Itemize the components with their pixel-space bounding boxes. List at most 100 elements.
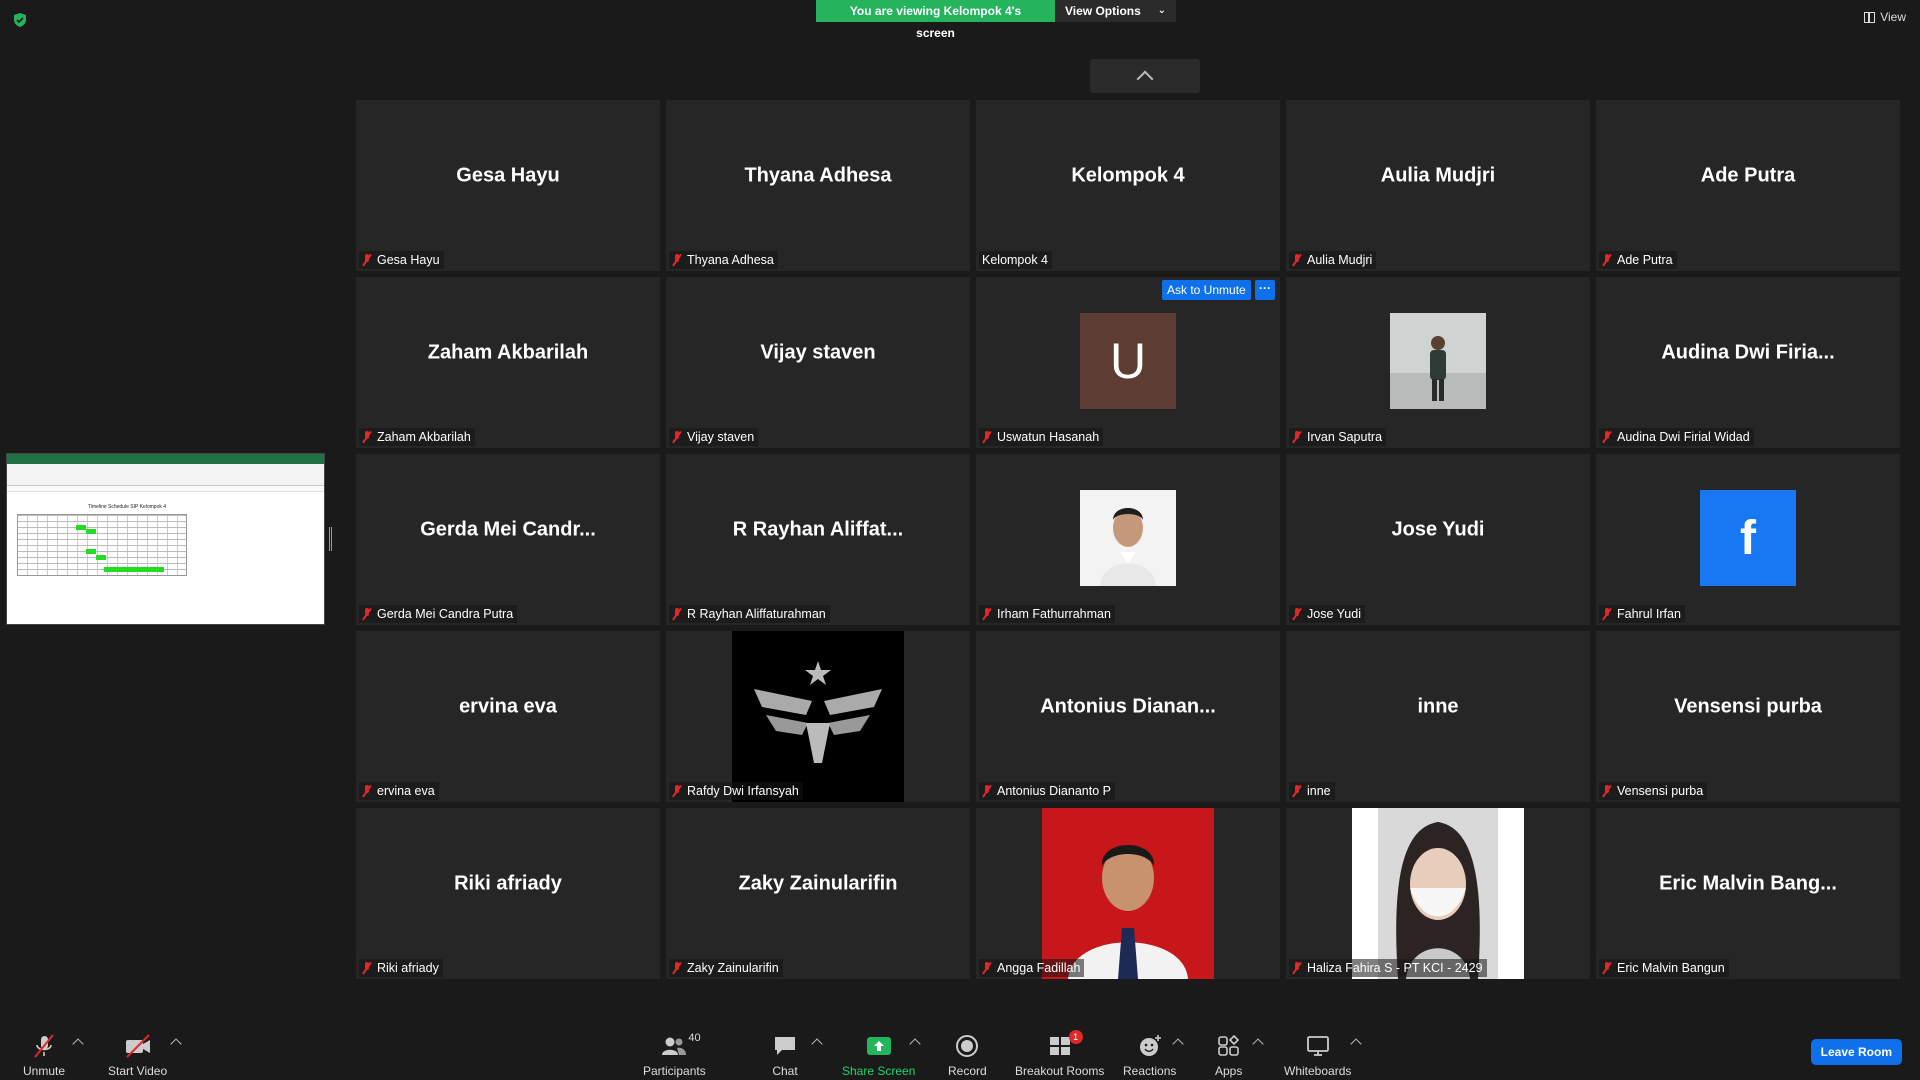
participant-photo bbox=[1042, 808, 1214, 979]
start-video-button[interactable]: Start Video bbox=[108, 1032, 167, 1078]
participant-name: Vijay staven bbox=[687, 430, 755, 444]
microphone-muted-icon bbox=[1292, 785, 1302, 797]
participant-name-label: Antonius Diananto P bbox=[979, 782, 1115, 800]
participant-tile[interactable]: Eric Malvin Bang... Eric Malvin Bangun bbox=[1596, 808, 1900, 979]
participant-tile[interactable]: Antonius Dianan... Antonius Diananto P bbox=[976, 631, 1280, 802]
apps-button[interactable]: Apps bbox=[1215, 1032, 1242, 1078]
microphone-muted-icon bbox=[982, 962, 992, 974]
participant-tile[interactable]: Vijay staven Vijay staven bbox=[666, 277, 970, 448]
participant-tile[interactable]: Audina Dwi Firia... Audina Dwi Firial Wid… bbox=[1596, 277, 1900, 448]
microphone-muted-icon bbox=[362, 254, 372, 266]
participant-name-label: Angga Fadillah bbox=[979, 959, 1085, 977]
participant-name-label: Riki afriady bbox=[359, 959, 443, 977]
shared-screen-thumbnail[interactable]: Timeline Schedule SIP Kelompok 4 bbox=[6, 453, 325, 625]
participant-name-label: inne bbox=[1289, 782, 1335, 800]
breakout-rooms-badge: 1 bbox=[1068, 1030, 1083, 1044]
leave-room-button[interactable]: Leave Room bbox=[1810, 1039, 1902, 1065]
whiteboards-label: Whiteboards bbox=[1284, 1064, 1352, 1078]
excel-formula-bar bbox=[7, 486, 324, 492]
participant-tile[interactable]: Zaham Akbarilah Zaham Akbarilah bbox=[356, 277, 660, 448]
record-button[interactable]: Record bbox=[948, 1032, 987, 1078]
participants-button[interactable]: 40 Participants bbox=[643, 1032, 706, 1078]
participant-tile[interactable]: Gesa Hayu Gesa Hayu bbox=[356, 100, 660, 271]
participant-tile[interactable]: inne inne bbox=[1286, 631, 1590, 802]
microphone-muted-icon bbox=[1602, 785, 1612, 797]
participant-name-label: Gesa Hayu bbox=[359, 251, 444, 269]
participant-name-label: Vensensi purba bbox=[1599, 782, 1708, 800]
participant-name-label: Ade Putra bbox=[1599, 251, 1677, 269]
participant-name: Zaham Akbarilah bbox=[377, 430, 471, 444]
participant-name-label: Vijay staven bbox=[669, 428, 759, 446]
microphone-muted-icon bbox=[1602, 608, 1612, 620]
microphone-muted-icon bbox=[982, 608, 992, 620]
participant-tile[interactable]: Zaky Zainularifin Zaky Zainularifin bbox=[666, 808, 970, 979]
whiteboards-options-caret-icon[interactable] bbox=[1350, 1038, 1362, 1050]
gantt-bar bbox=[86, 529, 96, 534]
view-button[interactable]: View bbox=[1864, 10, 1906, 24]
participant-name: Eric Malvin Bangun bbox=[1617, 961, 1725, 975]
participant-name: Rafdy Dwi Irfansyah bbox=[687, 784, 799, 798]
video-off-icon bbox=[125, 1034, 150, 1058]
participant-tile[interactable]: Aulia Mudjri Aulia Mudjri bbox=[1286, 100, 1590, 271]
audio-options-caret-icon[interactable] bbox=[72, 1038, 84, 1050]
chat-options-caret-icon[interactable] bbox=[811, 1038, 823, 1050]
participant-tile[interactable]: Rafdy Dwi Irfansyah bbox=[666, 631, 970, 802]
participant-tile[interactable]: Ade Putra Ade Putra bbox=[1596, 100, 1900, 271]
apps-icon bbox=[1217, 1034, 1239, 1056]
participant-name: ervina eva bbox=[377, 784, 435, 798]
apps-label: Apps bbox=[1215, 1064, 1243, 1078]
microphone-muted-icon bbox=[672, 608, 682, 620]
microphone-muted-icon bbox=[672, 785, 682, 797]
more-options-button[interactable]: ··· bbox=[1255, 280, 1275, 300]
participant-display-name: Thyana Adhesa bbox=[744, 164, 892, 186]
participant-tile[interactable]: U Uswatun Hasanah bbox=[976, 277, 1280, 448]
participant-tile[interactable]: Thyana Adhesa Thyana Adhesa bbox=[666, 100, 970, 271]
participant-name: Antonius Diananto P bbox=[997, 784, 1111, 798]
participant-tile[interactable]: Jose Yudi Jose Yudi bbox=[1286, 454, 1590, 625]
breakout-rooms-button[interactable]: 1 Breakout Rooms bbox=[1015, 1030, 1104, 1078]
microphone-muted-icon bbox=[672, 431, 682, 443]
ask-to-unmute-button[interactable]: Ask to Unmute bbox=[1162, 280, 1251, 300]
participant-tile[interactable]: Angga Fadillah bbox=[976, 808, 1280, 979]
unmute-button[interactable]: Unmute bbox=[23, 1032, 65, 1078]
panel-resize-handle[interactable] bbox=[329, 527, 332, 551]
participant-name: Haliza Fahira S - PT KCI - 2429 bbox=[1307, 961, 1483, 975]
timeline-table bbox=[17, 514, 187, 576]
participant-name-label: Irvan Saputra bbox=[1289, 428, 1387, 446]
participant-name: Audina Dwi Firial Widad bbox=[1617, 430, 1750, 444]
participant-tile[interactable]: f Fahrul Irfan bbox=[1596, 454, 1900, 625]
participant-name: Irvan Saputra bbox=[1307, 430, 1383, 444]
facebook-avatar-icon: f bbox=[1700, 490, 1796, 586]
screen-share-banner: You are viewing Kelompok 4's screen View… bbox=[816, 0, 1176, 40]
security-shield-icon[interactable] bbox=[12, 12, 28, 28]
participant-tile[interactable]: Vensensi purba Vensensi purba bbox=[1596, 631, 1900, 802]
view-layout-icon bbox=[1864, 11, 1876, 23]
participant-name-label: Jose Yudi bbox=[1289, 605, 1365, 623]
participant-tile[interactable]: Irvan Saputra bbox=[1286, 277, 1590, 448]
reactions-button[interactable]: Reactions bbox=[1123, 1032, 1176, 1078]
participant-name-label: Rafdy Dwi Irfansyah bbox=[669, 782, 803, 800]
participant-tile[interactable]: Riki afriady Riki afriady bbox=[356, 808, 660, 979]
chat-button[interactable]: Chat bbox=[772, 1032, 798, 1078]
video-options-caret-icon[interactable] bbox=[170, 1038, 182, 1050]
share-screen-button[interactable]: Share Screen bbox=[842, 1032, 915, 1078]
participant-display-name: Eric Malvin Bang... bbox=[1659, 872, 1837, 894]
apps-options-caret-icon[interactable] bbox=[1252, 1038, 1264, 1050]
participant-tile[interactable]: Kelompok 4 Kelompok 4 bbox=[976, 100, 1280, 271]
participant-display-name: Zaham Akbarilah bbox=[427, 341, 589, 363]
gantt-bar bbox=[96, 555, 106, 560]
participant-name-label: Zaky Zainularifin bbox=[669, 959, 783, 977]
participant-tile[interactable]: Haliza Fahira S - PT KCI - 2429 bbox=[1286, 808, 1590, 979]
whiteboards-button[interactable]: Whiteboards bbox=[1284, 1032, 1351, 1078]
excel-titlebar bbox=[7, 454, 324, 464]
view-options-button[interactable]: View Options ⌄ bbox=[1055, 0, 1176, 22]
participant-tile[interactable]: ervina eva ervina eva bbox=[356, 631, 660, 802]
participant-tile[interactable]: Irham Fathurrahman bbox=[976, 454, 1280, 625]
participant-tile[interactable]: Gerda Mei Candr... Gerda Mei Candra Putra bbox=[356, 454, 660, 625]
participant-tile[interactable]: R Rayhan Aliffat... R Rayhan Aliffaturahm… bbox=[666, 454, 970, 625]
microphone-muted-icon bbox=[362, 785, 372, 797]
participant-name-label: Kelompok 4 bbox=[979, 251, 1053, 269]
gallery-page-up-button[interactable] bbox=[1090, 59, 1200, 93]
participant-name-label: Thyana Adhesa bbox=[669, 251, 778, 269]
participant-name: Aulia Mudjri bbox=[1307, 253, 1373, 267]
